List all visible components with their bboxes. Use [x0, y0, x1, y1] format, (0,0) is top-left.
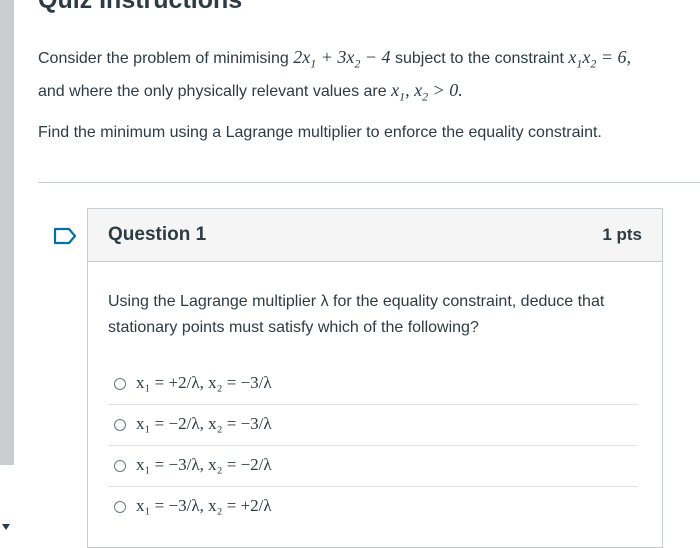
page-title: Quiz Instructions	[38, 0, 243, 14]
problem-statement: Consider the problem of minimising 2x1 +…	[38, 47, 632, 104]
constraint-expression: x1x2 = 6,	[568, 47, 632, 71]
radio-icon[interactable]	[114, 419, 126, 431]
question-header: Question 1 1 pts	[88, 209, 662, 262]
answer-label: x₁ = +2/λ, x₂ = −3/λ	[136, 373, 272, 392]
scrollbar-track[interactable]	[0, 0, 14, 465]
answer-label: x₁ = −3/λ, x₂ = −2/λ	[136, 455, 272, 474]
objective-function: 2x1 + 3x2 − 4	[293, 47, 391, 71]
radio-icon[interactable]	[114, 460, 126, 472]
scroll-down-icon[interactable]	[2, 524, 10, 530]
answer-option-2[interactable]: x₁ = −2/λ, x₂ = −3/λ	[108, 404, 638, 445]
question-points: 1 pts	[602, 225, 642, 244]
answer-option-3[interactable]: x₁ = −3/λ, x₂ = −2/λ	[108, 445, 638, 486]
question-text: Using the Lagrange multiplier λ for the …	[108, 293, 605, 336]
radio-icon[interactable]	[114, 501, 126, 513]
answer-list: x₁ = +2/λ, x₂ = −3/λ x₁ = −2/λ, x₂ = −3/…	[108, 364, 638, 527]
domain-expression: x1, x2 > 0.	[391, 79, 463, 104]
quiz-instructions: Consider the problem of minimising 2x1 +…	[38, 44, 693, 146]
answer-option-4[interactable]: x₁ = −3/λ, x₂ = +2/λ	[108, 486, 638, 527]
answer-label: x₁ = −3/λ, x₂ = +2/λ	[136, 496, 272, 515]
question-title: Question 1	[108, 224, 207, 245]
flag-icon[interactable]	[53, 227, 77, 245]
radio-icon[interactable]	[114, 378, 126, 390]
answer-label: x₁ = −2/λ, x₂ = −3/λ	[136, 414, 272, 433]
question-card: Question 1 1 pts Using the Lagrange mult…	[87, 208, 663, 548]
answer-option-1[interactable]: x₁ = +2/λ, x₂ = −3/λ	[108, 364, 638, 404]
task-statement: Find the minimum using a Lagrange multip…	[38, 124, 602, 142]
section-divider	[38, 182, 700, 183]
